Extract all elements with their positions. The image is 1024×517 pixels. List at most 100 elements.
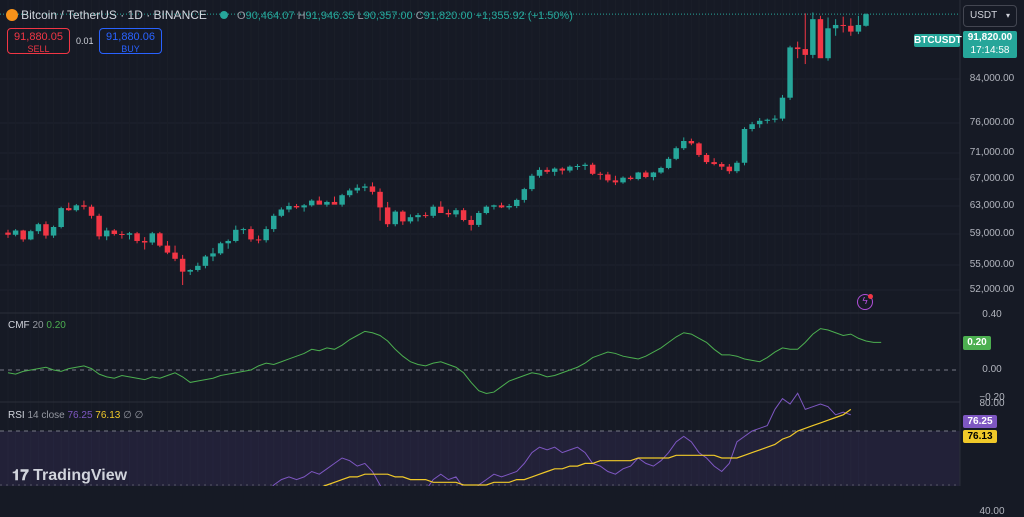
close-value: 91,820.00 [423,10,473,22]
sell-button[interactable]: 91,880.05 SELL [7,28,70,54]
currency-select-value: USDT [970,10,998,21]
rsi-tick-label: 40.00 [979,506,1005,517]
candle-body [460,210,467,220]
price-tick-label: 71,000.00 [969,147,1015,158]
rsi-value: 76.25 [67,410,93,421]
close-label: C [415,10,424,22]
candle-body [438,206,444,213]
candle [195,262,201,272]
candle-body [597,173,603,175]
candle [453,208,459,218]
candle [627,175,634,181]
candle [794,41,801,59]
candle-body [88,206,95,216]
candle [734,160,740,174]
candle-body [430,206,436,216]
candle [187,269,193,275]
price-tick-label: 55,000.00 [969,259,1015,270]
candle-body [149,233,155,243]
candle-body [210,253,216,257]
candle-body [741,129,748,163]
candle [362,183,368,192]
candle-body [825,28,831,59]
candle [802,13,808,65]
candle-body [787,47,793,98]
candle-body [863,14,869,26]
candle-body [43,224,49,236]
rsi-legend[interactable]: RSI 14 close 76.25 76.13 ∅ ∅ [8,410,143,421]
candle [567,165,573,173]
candle-body [217,243,224,254]
candle-body [559,168,566,171]
candle-body [172,252,178,259]
candle-body [50,227,57,236]
candle-body [491,205,497,207]
candle-body [719,164,725,167]
rsi-params: 14 close [27,410,65,421]
candle [28,229,34,241]
candle [491,204,497,210]
candle-body [179,258,186,272]
sell-price: 91,880.05 [14,31,63,43]
cmf-line [7,328,882,394]
chart-canvas[interactable] [0,0,1024,486]
candle [460,208,467,222]
candle-body [711,162,717,165]
candle [111,229,118,236]
candle-body [308,200,315,206]
candle [741,127,748,166]
candle-body [582,164,588,166]
candle [316,196,323,205]
candle [134,231,140,244]
candle-body [103,230,110,237]
high-value: 91,946.35 [305,10,355,22]
brand-logo[interactable]: 𝟏𝟕 TradingView [12,467,127,485]
sell-label: SELL [27,44,50,54]
candle [726,164,733,174]
candle-body [286,206,292,210]
market-status-icon [219,11,228,19]
candle-body [521,189,528,200]
candle-body [779,97,786,119]
candle [248,226,254,242]
price-tick-label: 63,000.00 [969,200,1015,211]
candle [126,231,133,240]
candle [233,225,239,243]
candle-body [772,118,778,120]
candle-body [476,213,482,225]
rsi-tick-label: 80.00 [979,398,1005,409]
alert-dot-icon [868,294,873,299]
candle [620,176,626,184]
candle-body [126,233,133,235]
rsi-extra: ∅ ∅ [123,410,144,421]
candle-body [643,172,649,178]
candle [339,193,345,207]
candle [96,213,102,240]
candle [832,19,839,36]
candle-body [141,240,148,243]
candle [400,210,406,225]
candle [643,170,649,179]
candle [863,13,869,27]
candle [50,225,57,238]
candle-body [278,209,285,216]
candle [407,214,414,224]
symbol-title[interactable]: Bitcoin / TetherUS · 1D · BINANCE [21,8,207,22]
candle [468,215,474,231]
candle [81,200,87,210]
candle [415,213,421,222]
candle [240,227,247,234]
candle [681,137,687,150]
candle [551,167,558,176]
candle-body [453,210,459,215]
buy-label: BUY [121,44,140,54]
candle-body [339,195,345,205]
buy-button[interactable]: 91,880.06 BUY [99,28,162,54]
price-tick-label: 59,000.00 [969,228,1015,239]
candle-body [293,206,300,208]
currency-select[interactable]: USDT ▾ [963,5,1017,27]
cmf-legend[interactable]: CMF 20 0.20 [8,320,66,331]
candle-body [400,211,406,222]
candle-body [794,47,801,50]
spread-value: 0.01 [76,36,94,46]
